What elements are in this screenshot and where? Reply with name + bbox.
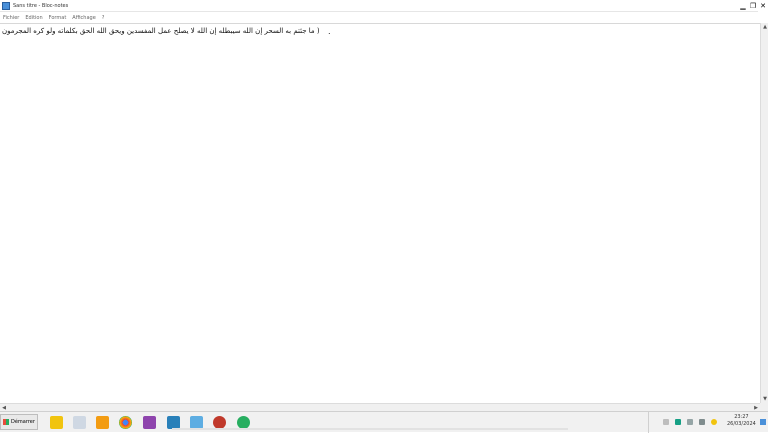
horizontal-scrollbar[interactable]: ◀ ▶ <box>0 403 760 411</box>
menu-file[interactable]: Fichier <box>0 15 22 21</box>
menu-view[interactable]: Affichage <box>69 15 99 21</box>
system-tray: 23:27 26/03/2024 <box>648 412 768 433</box>
clock-time: 23:27 <box>734 414 749 420</box>
windows-logo-icon <box>3 419 9 425</box>
title-bar: Sans titre - Bloc-notes ▁ ❐ ✕ <box>0 0 768 12</box>
clock-date: 26/03/2024 <box>727 421 756 427</box>
scroll-up-arrow-icon[interactable]: ▲ <box>761 23 768 31</box>
tray-network-icon[interactable] <box>675 419 681 425</box>
minimize-button[interactable]: ▁ <box>738 0 748 12</box>
tools-icon[interactable] <box>73 416 86 429</box>
scrollbar-corner <box>760 403 768 411</box>
taskbar-divider <box>172 428 568 430</box>
media-player-icon[interactable] <box>96 416 109 429</box>
chrome-browser-icon[interactable] <box>119 416 132 429</box>
menu-edit[interactable]: Edition <box>22 15 45 21</box>
editor-text-line[interactable]: ( ما جئتم به السحر إن الله سيبطله إن الل… <box>2 27 320 35</box>
scroll-down-arrow-icon[interactable]: ▼ <box>761 395 768 403</box>
start-button[interactable]: Démarrer <box>0 414 38 430</box>
volume-icon[interactable] <box>699 419 705 425</box>
archive-icon[interactable] <box>143 416 156 429</box>
taskbar: Démarrer 23:27 26/03/2024 <box>0 411 768 433</box>
start-label: Démarrer <box>11 419 35 425</box>
menu-help[interactable]: ? <box>99 15 108 21</box>
menu-format[interactable]: Format <box>46 15 70 21</box>
vertical-scrollbar[interactable]: ▲ ▼ <box>760 23 768 403</box>
notepad-app-icon <box>2 1 10 10</box>
show-desktop-icon[interactable] <box>760 419 766 425</box>
editor-period-mark: . <box>328 27 331 36</box>
close-button[interactable]: ✕ <box>758 0 768 12</box>
tray-signal-icon[interactable] <box>687 419 693 425</box>
tray-update-icon[interactable] <box>711 419 717 425</box>
tray-flag-icon[interactable] <box>663 419 669 425</box>
restore-button[interactable]: ❐ <box>748 0 758 12</box>
folder-icon[interactable] <box>50 416 63 429</box>
window-title: Sans titre - Bloc-notes <box>13 2 69 9</box>
window-controls: ▁ ❐ ✕ <box>738 0 768 12</box>
menu-bar: Fichier Edition Format Affichage ? <box>0 12 768 23</box>
text-editor-area[interactable]: ( ما جئتم به السحر إن الله سيبطله إن الل… <box>0 23 760 403</box>
clock[interactable]: 23:27 26/03/2024 <box>727 414 756 428</box>
